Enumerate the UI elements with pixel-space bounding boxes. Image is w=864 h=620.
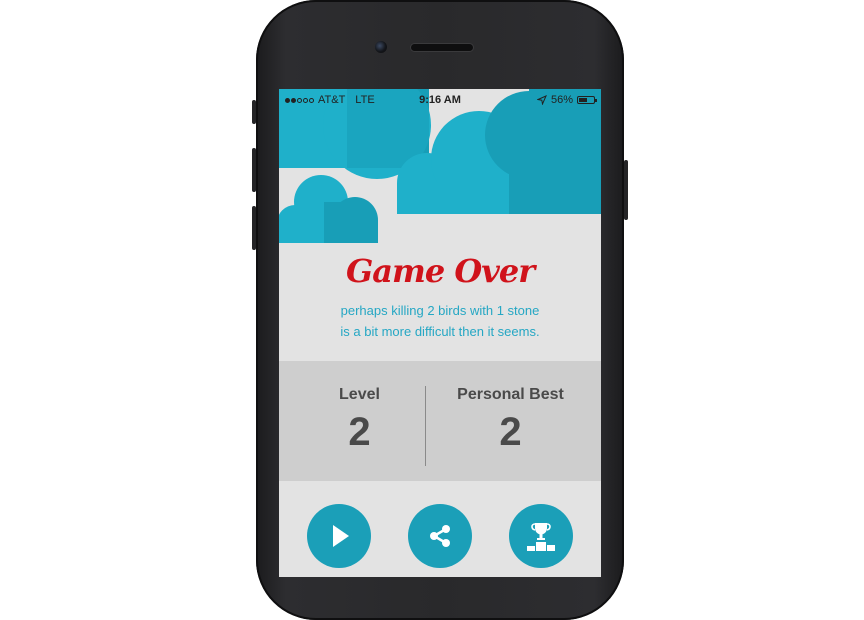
earpiece-speaker [411, 44, 473, 51]
leaderboard-button[interactable] [509, 504, 573, 568]
volume-down-button [252, 206, 256, 250]
play-icon [333, 525, 349, 547]
message-line-2: is a bit more difficult then it seems. [340, 324, 540, 339]
personal-best-label: Personal Best [457, 386, 564, 403]
score-divider [425, 386, 426, 466]
trophy-podium-icon [527, 523, 555, 551]
location-arrow-icon [536, 95, 547, 105]
level-stat: Level 2 [279, 361, 440, 455]
power-button [624, 160, 628, 220]
level-value: 2 [348, 410, 371, 454]
front-camera [375, 41, 387, 53]
share-icon [430, 525, 450, 547]
volume-up-button [252, 148, 256, 192]
clouds-decoration [279, 89, 601, 243]
play-again-button[interactable] [307, 504, 371, 568]
game-over-message: perhaps killing 2 birds with 1 stone is … [279, 300, 601, 342]
silent-switch [252, 100, 256, 124]
personal-best-stat: Personal Best 2 [430, 361, 591, 455]
battery-icon [577, 96, 597, 104]
message-line-1: perhaps killing 2 birds with 1 stone [340, 303, 540, 318]
level-label: Level [339, 386, 380, 403]
share-button[interactable] [408, 504, 472, 568]
game-over-title: Game Over [345, 252, 535, 290]
status-bar: AT&T LTE 9:16 AM 56% [279, 89, 601, 111]
battery-percent: 56% [550, 94, 573, 106]
personal-best-value: 2 [499, 410, 522, 454]
score-panel: Level 2 Personal Best 2 [279, 361, 601, 481]
app-screen: AT&T LTE 9:16 AM 56% Game Over perhaps k… [279, 89, 601, 577]
small-cloud [279, 175, 378, 243]
